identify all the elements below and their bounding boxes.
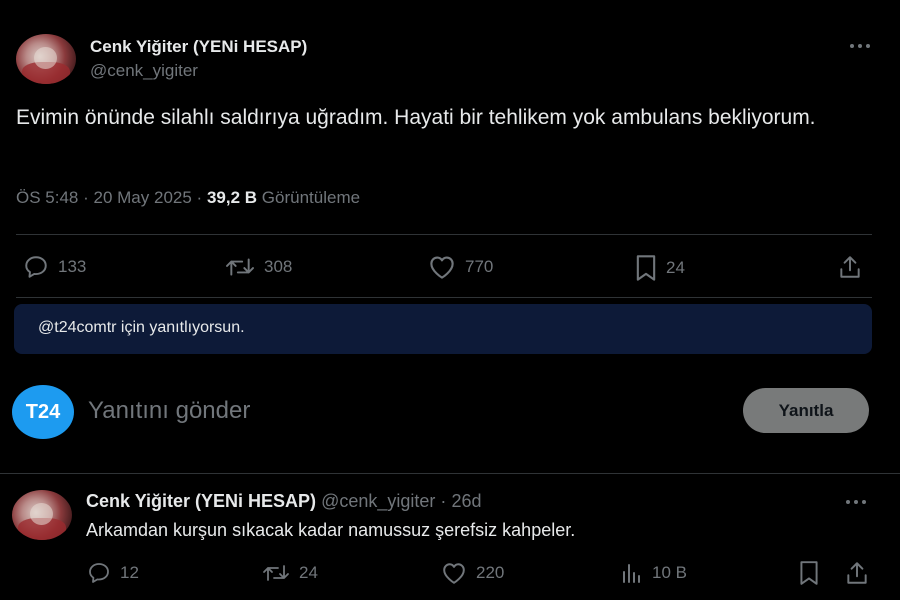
- heart-icon: [443, 563, 465, 584]
- reply-repost-count: 24: [299, 563, 318, 582]
- reply-text: Arkamdan kurşun sıkacak kadar namussuz ş…: [86, 520, 576, 540]
- reply-input[interactable]: [88, 394, 688, 428]
- tweet-text: Evimin önünde silahlı saldırıya uğradım.…: [16, 106, 816, 129]
- like-action[interactable]: 770: [427, 254, 493, 280]
- repost-icon: [263, 565, 289, 581]
- reply-icon: [89, 563, 109, 583]
- tweet-meta: ÖS 5:48 · 20 May 2025 · 39,2 B Görüntüle…: [16, 188, 360, 208]
- reply-button[interactable]: Yanıtla: [743, 388, 869, 433]
- reply-bookmark-action[interactable]: [798, 560, 820, 586]
- tweet-date[interactable]: 20 May 2025: [94, 188, 192, 207]
- share-action[interactable]: [836, 254, 864, 280]
- reply-like-count: 220: [476, 563, 505, 582]
- divider: [16, 234, 872, 235]
- views-label: Görüntüleme: [261, 188, 361, 207]
- reply-share-action[interactable]: [844, 560, 870, 586]
- reply-reply-action[interactable]: 12: [86, 561, 139, 585]
- heart-icon: [430, 256, 454, 279]
- reply-author-handle[interactable]: @cenk_yigiter: [321, 491, 435, 511]
- reply-views-count: 10 B: [652, 563, 687, 582]
- views-count: 39,2 B: [206, 188, 258, 207]
- reply-count: 133: [58, 257, 87, 276]
- share-icon: [840, 256, 860, 278]
- divider: [0, 473, 900, 474]
- share-icon: [847, 562, 867, 584]
- author-avatar[interactable]: [16, 34, 76, 84]
- bookmark-action[interactable]: 24: [634, 254, 685, 282]
- meta-separator: ·: [196, 188, 203, 207]
- reply-author-name[interactable]: Cenk Yiğiter (YENi HESAP): [86, 491, 316, 511]
- reply-reply-count: 12: [120, 563, 139, 582]
- bookmark-icon: [636, 255, 656, 281]
- more-options-icon[interactable]: [850, 41, 872, 51]
- reply-header: Cenk Yiğiter (YENi HESAP) @cenk_yigiter …: [86, 491, 481, 512]
- views-icon: [623, 564, 640, 583]
- reply-more-options-icon[interactable]: [846, 497, 868, 507]
- reply-repost-action[interactable]: 24: [261, 561, 318, 585]
- reply-icon: [25, 256, 47, 278]
- reply-author-avatar[interactable]: [12, 490, 72, 540]
- replying-to-text: @t24comtr için yanıtlıyorsun.: [38, 319, 245, 336]
- composer-avatar: T24: [12, 385, 74, 439]
- like-count: 770: [465, 257, 494, 276]
- bookmark-icon: [800, 561, 818, 585]
- author-name[interactable]: Cenk Yiğiter (YENi HESAP): [90, 37, 307, 57]
- bookmark-count: 24: [666, 258, 685, 277]
- divider: [16, 297, 872, 298]
- reply-like-action[interactable]: 220: [440, 561, 504, 585]
- meta-separator: ·: [83, 188, 89, 207]
- reply-age[interactable]: 26d: [451, 491, 481, 511]
- reply-action[interactable]: 133: [22, 254, 86, 280]
- replying-to-banner[interactable]: @t24comtr için yanıtlıyorsun.: [14, 304, 872, 354]
- repost-icon: [226, 258, 254, 276]
- reply-separator: ·: [440, 491, 447, 511]
- repost-action[interactable]: 308: [224, 254, 292, 280]
- tweet-time[interactable]: ÖS 5:48: [16, 188, 78, 207]
- repost-count: 308: [264, 257, 293, 276]
- author-handle[interactable]: @cenk_yigiter: [90, 61, 198, 81]
- reply-views-action[interactable]: 10 B: [620, 561, 687, 585]
